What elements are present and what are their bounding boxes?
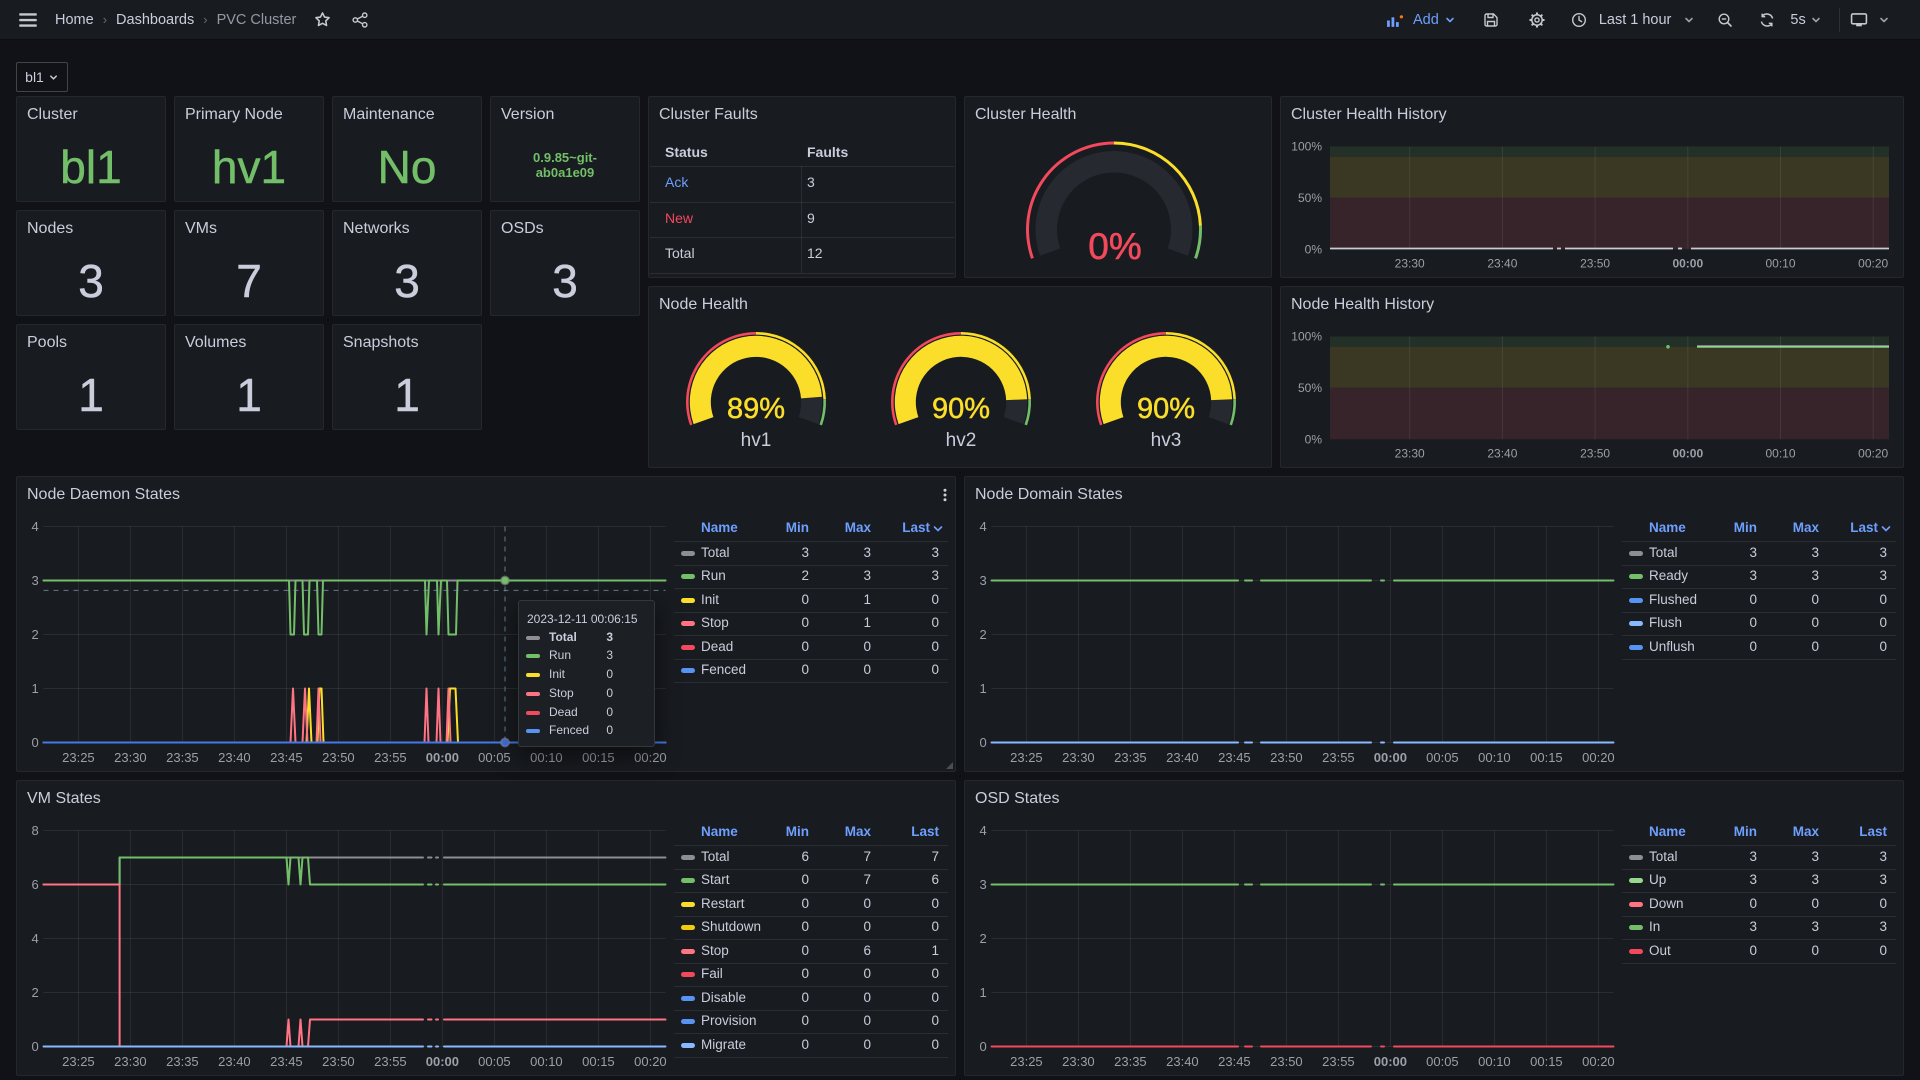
svg-text:00:05: 00:05 [1426,1054,1459,1069]
svg-text:23:40: 23:40 [1166,750,1199,765]
svg-text:00:15: 00:15 [1530,750,1563,765]
svg-text:100%: 100% [1291,330,1322,344]
svg-text:23:25: 23:25 [1010,1054,1043,1069]
svg-text:23:35: 23:35 [1114,750,1147,765]
svg-text:23:50: 23:50 [322,750,355,765]
svg-text:00:20: 00:20 [634,1054,667,1069]
svg-text:23:55: 23:55 [374,750,407,765]
svg-text:00:20: 00:20 [1858,257,1888,271]
svg-text:0%: 0% [1305,432,1323,446]
svg-text:50%: 50% [1298,191,1322,205]
svg-text:0: 0 [979,735,986,750]
svg-text:00:10: 00:10 [1765,447,1795,461]
svg-text:00:00: 00:00 [1374,750,1407,765]
svg-text:00:00: 00:00 [1672,447,1703,461]
svg-text:0: 0 [31,735,38,750]
svg-text:100%: 100% [1291,140,1322,154]
svg-text:90%: 90% [932,393,990,425]
svg-text:00:00: 00:00 [426,750,459,765]
svg-text:50%: 50% [1298,381,1322,395]
svg-text:23:40: 23:40 [1487,447,1517,461]
svg-text:0%: 0% [1305,242,1323,256]
svg-text:00:00: 00:00 [426,1054,459,1069]
svg-text:23:35: 23:35 [166,750,199,765]
svg-text:00:15: 00:15 [582,750,615,765]
svg-text:00:20: 00:20 [1582,750,1615,765]
svg-text:23:55: 23:55 [1322,750,1355,765]
svg-text:00:05: 00:05 [478,750,511,765]
svg-text:00:05: 00:05 [478,1054,511,1069]
svg-text:23:40: 23:40 [218,750,251,765]
svg-text:00:15: 00:15 [1530,1054,1563,1069]
svg-text:23:55: 23:55 [1322,1054,1355,1069]
svg-text:00:10: 00:10 [1478,750,1511,765]
svg-text:00:10: 00:10 [1765,257,1795,271]
svg-text:0%: 0% [1088,226,1141,267]
svg-text:00:20: 00:20 [1858,447,1888,461]
svg-text:00:20: 00:20 [634,750,667,765]
svg-text:0: 0 [979,1039,986,1054]
svg-text:23:25: 23:25 [62,750,95,765]
svg-text:23:30: 23:30 [1395,447,1425,461]
svg-text:23:30: 23:30 [114,1054,147,1069]
svg-text:00:15: 00:15 [582,1054,615,1069]
svg-text:1: 1 [979,985,986,1000]
svg-text:00:10: 00:10 [530,1054,563,1069]
svg-text:23:50: 23:50 [1270,1054,1303,1069]
svg-text:23:35: 23:35 [166,1054,199,1069]
svg-text:00:20: 00:20 [1582,1054,1615,1069]
svg-text:23:50: 23:50 [322,1054,355,1069]
svg-text:23:55: 23:55 [374,1054,407,1069]
svg-text:23:30: 23:30 [114,750,147,765]
svg-text:23:40: 23:40 [1166,1054,1199,1069]
svg-text:89%: 89% [727,393,785,425]
svg-text:23:40: 23:40 [1487,257,1517,271]
svg-text:23:35: 23:35 [1114,1054,1147,1069]
svg-text:23:25: 23:25 [1010,750,1043,765]
svg-text:23:45: 23:45 [1218,750,1251,765]
svg-text:23:30: 23:30 [1395,257,1425,271]
svg-text:1: 1 [31,681,38,696]
svg-text:hv3: hv3 [1151,430,1182,451]
svg-text:23:30: 23:30 [1062,750,1095,765]
svg-text:00:10: 00:10 [1478,1054,1511,1069]
svg-text:00:10: 00:10 [530,750,563,765]
svg-text:23:50: 23:50 [1270,750,1303,765]
svg-text:23:40: 23:40 [218,1054,251,1069]
svg-text:23:50: 23:50 [1580,447,1610,461]
svg-text:23:50: 23:50 [1580,257,1610,271]
svg-text:1: 1 [979,681,986,696]
svg-text:hv2: hv2 [946,430,977,451]
svg-text:23:30: 23:30 [1062,1054,1095,1069]
svg-text:23:45: 23:45 [1218,1054,1251,1069]
svg-text:23:25: 23:25 [62,1054,95,1069]
svg-text:00:00: 00:00 [1374,1054,1407,1069]
svg-text:00:00: 00:00 [1672,257,1703,271]
svg-text:23:45: 23:45 [270,750,303,765]
svg-text:00:05: 00:05 [1426,750,1459,765]
svg-text:23:45: 23:45 [270,1054,303,1069]
svg-text:hv1: hv1 [741,430,772,451]
svg-text:90%: 90% [1137,393,1195,425]
